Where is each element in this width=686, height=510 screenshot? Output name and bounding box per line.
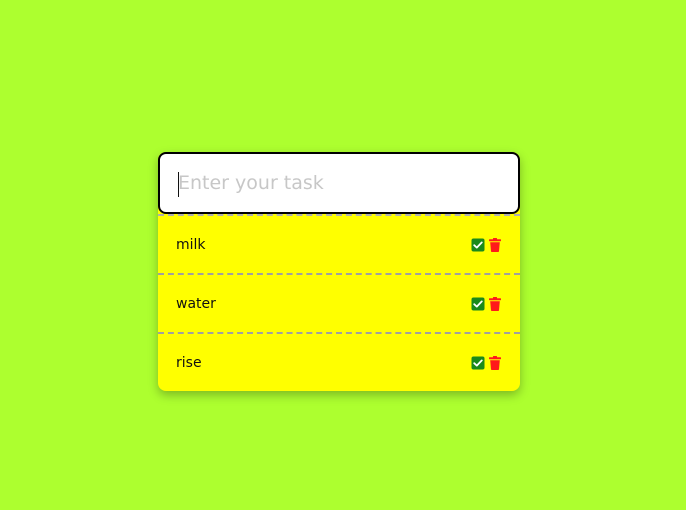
task-actions bbox=[471, 296, 502, 311]
trash-icon[interactable] bbox=[488, 296, 502, 311]
task-text: milk bbox=[176, 236, 206, 253]
check-square-icon[interactable] bbox=[471, 238, 485, 252]
todo-card: milk water bbox=[158, 152, 520, 391]
task-item: rise bbox=[158, 332, 520, 391]
task-item: milk bbox=[158, 214, 520, 273]
trash-icon[interactable] bbox=[488, 355, 502, 370]
check-square-icon[interactable] bbox=[471, 356, 485, 370]
task-actions bbox=[471, 237, 502, 252]
task-input[interactable] bbox=[160, 154, 518, 212]
task-text: rise bbox=[176, 354, 202, 371]
task-item: water bbox=[158, 273, 520, 332]
trash-icon[interactable] bbox=[488, 237, 502, 252]
task-list: milk water rise bbox=[158, 214, 520, 391]
task-text: water bbox=[176, 295, 216, 312]
check-square-icon[interactable] bbox=[471, 297, 485, 311]
task-input-wrapper bbox=[158, 152, 520, 214]
text-caret bbox=[178, 172, 179, 197]
task-actions bbox=[471, 355, 502, 370]
